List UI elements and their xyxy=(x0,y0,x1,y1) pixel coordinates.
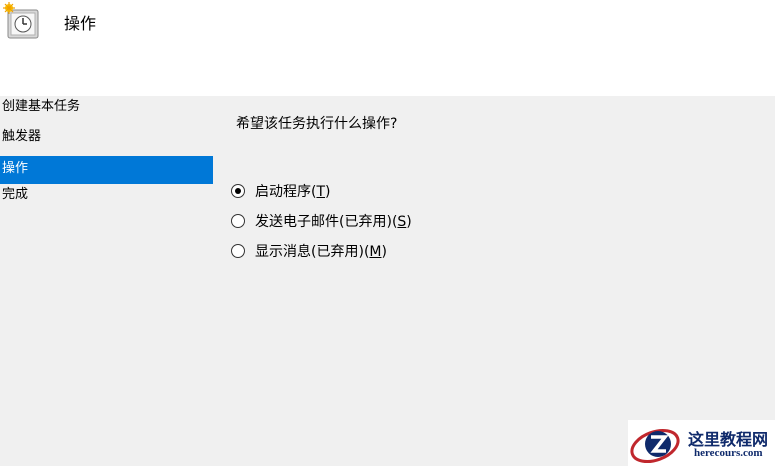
wizard-steps: 创建基本任务 触发器 操作 完成 xyxy=(0,96,213,214)
task-scheduler-clock-icon xyxy=(3,2,39,39)
wizard-body: 创建基本任务 触发器 操作 完成 希望该任务执行什么操作? 启动程序(T) 发送… xyxy=(0,96,775,466)
wizard-header: 操作 xyxy=(0,0,775,96)
step-trigger: 触发器 xyxy=(2,129,42,144)
action-options: 启动程序(T) 发送电子邮件(已弃用)(S) 显示消息(已弃用)(M) xyxy=(231,176,412,266)
option-start-program-label: 启动程序(T) xyxy=(255,184,331,200)
page-title: 操作 xyxy=(64,14,97,33)
watermark-logo-icon xyxy=(630,428,680,464)
watermark: 这里教程网 herecours.com xyxy=(628,420,775,466)
option-send-email-label: 发送电子邮件(已弃用)(S) xyxy=(255,214,412,230)
radio-start-program[interactable] xyxy=(231,184,245,198)
watermark-url: herecours.com xyxy=(694,447,763,459)
option-start-program[interactable]: 启动程序(T) xyxy=(231,176,412,206)
option-display-message-label: 显示消息(已弃用)(M) xyxy=(255,244,387,260)
radio-send-email[interactable] xyxy=(231,214,245,228)
option-display-message[interactable]: 显示消息(已弃用)(M) xyxy=(231,236,412,266)
option-send-email[interactable]: 发送电子邮件(已弃用)(S) xyxy=(231,206,412,236)
question-label: 希望该任务执行什么操作? xyxy=(236,116,398,132)
step-create-basic-task: 创建基本任务 xyxy=(2,99,81,114)
radio-display-message[interactable] xyxy=(231,244,245,258)
step-finish: 完成 xyxy=(2,187,29,202)
step-action: 操作 xyxy=(0,156,213,184)
